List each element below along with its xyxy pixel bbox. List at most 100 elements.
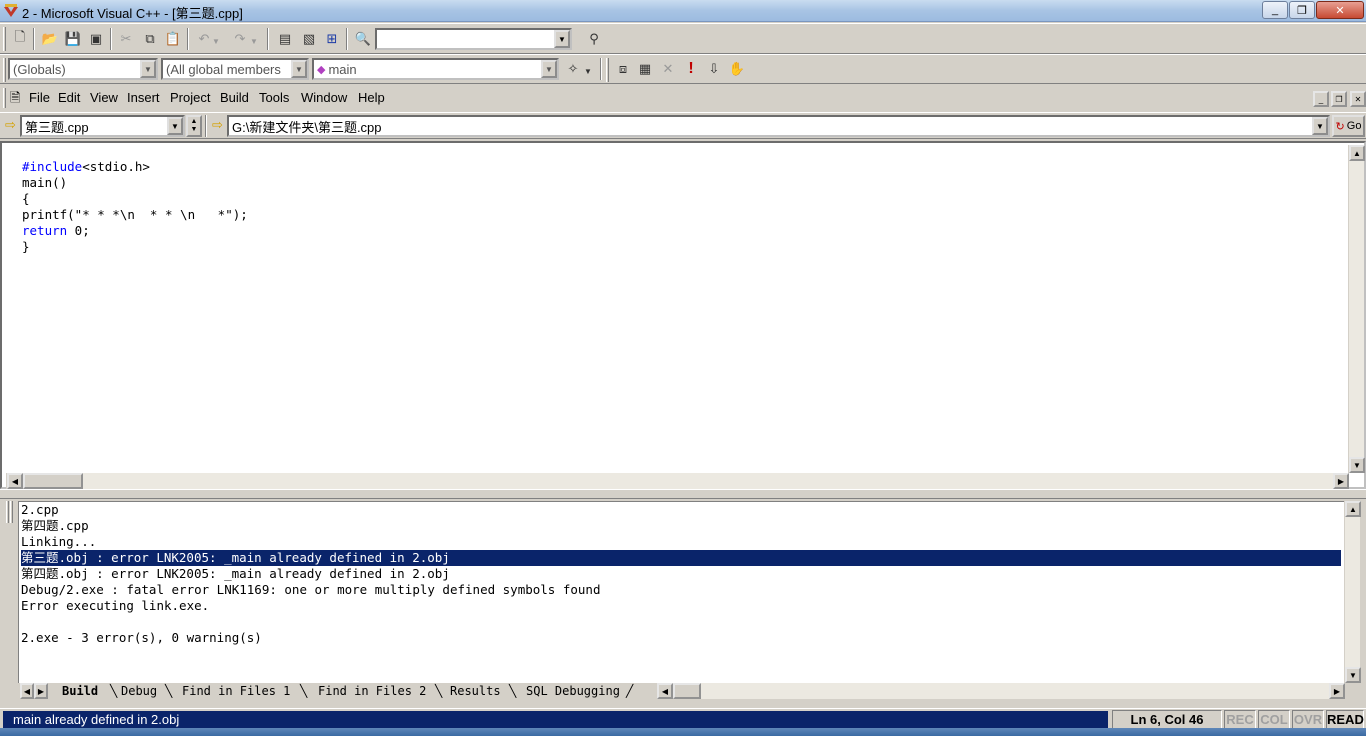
path-combo[interactable]: G:\新建文件夹\第三题.cpp ▼	[227, 115, 1330, 137]
tab-build[interactable]: Build	[62, 683, 98, 699]
menu-view[interactable]: View	[90, 90, 118, 105]
menu-insert[interactable]: Insert	[127, 90, 160, 105]
breakpoint-hand-icon[interactable]: ✋	[726, 58, 748, 80]
doc-close-button[interactable]: ✕	[1350, 91, 1366, 107]
output-line[interactable]: 第四题.cpp	[21, 518, 89, 534]
tab-scroll-right-icon[interactable]: ▶	[34, 683, 48, 699]
chevron-down-icon[interactable]: ▼	[167, 117, 183, 135]
output-line[interactable]: 2.exe - 3 error(s), 0 warning(s)	[21, 630, 262, 646]
menu-edit[interactable]: Edit	[58, 90, 80, 105]
output-line-selected[interactable]: 第三题.obj : error LNK2005: _main already d…	[21, 550, 1341, 566]
filter-combo[interactable]: (All global members ▼	[161, 58, 309, 80]
scroll-thumb[interactable]	[673, 683, 701, 699]
chevron-down-icon[interactable]: ▼	[541, 60, 557, 78]
scroll-left-icon[interactable]: ◀	[7, 473, 23, 489]
menu-build[interactable]: Build	[220, 90, 249, 105]
output-line[interactable]: Error executing link.exe.	[21, 598, 209, 614]
go-debug-icon[interactable]: ⇩	[703, 58, 725, 80]
tab-sql-debugging[interactable]: SQL Debugging	[526, 683, 620, 699]
editor-horizontal-scrollbar[interactable]: ◀ ▶	[6, 473, 1349, 489]
scroll-right-icon[interactable]: ▶	[1333, 473, 1349, 489]
tab-find-in-files-1[interactable]: Find in Files 1	[182, 683, 290, 699]
compile-icon[interactable]: ⧈	[612, 58, 634, 80]
visual-cpp-icon	[4, 4, 18, 17]
members-combo[interactable]: ◆ main ▼	[312, 58, 559, 80]
menu-file[interactable]: File	[29, 90, 50, 105]
scroll-thumb[interactable]	[23, 473, 83, 489]
wizard-wand-icon[interactable]: ✧	[562, 58, 584, 80]
output-line[interactable]: 第四题.obj : error LNK2005: _main already d…	[21, 566, 450, 582]
redo-icon[interactable]: ↷	[229, 28, 251, 50]
maximize-button[interactable]: ❐	[1289, 1, 1315, 19]
document-icon[interactable]: 🗎	[10, 89, 20, 111]
scroll-up-icon[interactable]: ▲	[1349, 145, 1365, 161]
output-pane[interactable]: 2.cpp 第四题.cpp Linking... 第三题.obj : error…	[18, 501, 1344, 683]
scroll-down-icon[interactable]: ▼	[1345, 667, 1361, 683]
code-token: }	[22, 239, 30, 254]
tab-find-in-files-2[interactable]: Find in Files 2	[318, 683, 426, 699]
output-vertical-scrollbar[interactable]: ▲ ▼	[1344, 501, 1361, 683]
menu-help[interactable]: Help	[358, 90, 385, 105]
tab-results[interactable]: Results	[450, 683, 501, 699]
doc-restore-button[interactable]: ❐	[1331, 91, 1347, 107]
cut-icon[interactable]: ✂	[115, 28, 137, 50]
execute-icon[interactable]: !	[680, 58, 702, 80]
copy-icon[interactable]: ⧉	[139, 28, 161, 50]
class-combo-value: (Globals)	[13, 61, 66, 77]
output-grip[interactable]	[4, 501, 16, 523]
menu-bar: 🗎 File Edit View Insert Project Build To…	[0, 86, 1366, 111]
save-all-icon[interactable]: ▣	[85, 28, 107, 50]
scroll-right-icon[interactable]: ▶	[1329, 683, 1345, 699]
chevron-down-icon[interactable]: ▼	[140, 60, 156, 78]
menu-tools[interactable]: Tools	[259, 90, 289, 105]
redo-dropdown-icon[interactable]: ▼	[249, 30, 259, 52]
navigation-bar: ⇨ 第三题.cpp ▼ ▲ ▼ ⇨ G:\新建文件夹\第三题.cpp ▼ ↻ Go	[0, 112, 1366, 139]
toolbar-grip[interactable]	[3, 58, 6, 82]
paste-icon[interactable]: 📋	[162, 28, 184, 50]
tab-debug[interactable]: Debug	[121, 683, 157, 699]
scroll-down-icon[interactable]: ▼	[1349, 457, 1365, 473]
source-code[interactable]: #include<stdio.h> main(){printf("* * *\n …	[22, 143, 248, 287]
scroll-left-icon[interactable]: ◀	[657, 683, 673, 699]
open-folder-icon[interactable]: 📂	[39, 28, 61, 50]
minimize-button[interactable]: _	[1262, 1, 1288, 19]
output-line[interactable]: Linking...	[21, 534, 96, 550]
build-icon[interactable]: ▦	[634, 58, 656, 80]
scroll-up-icon[interactable]: ▲	[1345, 501, 1361, 517]
code-editor[interactable]: #include<stdio.h> main(){printf("* * *\n …	[0, 141, 1366, 489]
read-indicator: READ	[1326, 710, 1364, 730]
window-list-icon[interactable]: ⊞	[321, 28, 343, 50]
toolbar-grip[interactable]	[3, 27, 6, 51]
save-icon[interactable]: 💾	[62, 28, 84, 50]
output-window-icon[interactable]: ▧	[298, 28, 320, 50]
workspace-icon[interactable]: ▤	[274, 28, 296, 50]
menu-window[interactable]: Window	[301, 90, 347, 105]
wizard-dropdown-icon[interactable]: ▼	[582, 60, 594, 82]
chevron-down-icon[interactable]: ▼	[291, 60, 307, 78]
output-horizontal-scrollbar[interactable]: ◀ ▶	[656, 683, 1345, 699]
chevron-down-icon[interactable]: ▼	[554, 30, 570, 48]
tab-divider: ╲	[435, 684, 443, 698]
menu-grip[interactable]	[3, 88, 6, 108]
stop-build-icon[interactable]: ✕	[657, 58, 679, 80]
open-files-combo[interactable]: 第三题.cpp ▼	[20, 115, 185, 137]
code-line: #include<stdio.h>	[22, 159, 248, 175]
file-spinner[interactable]: ▲ ▼	[186, 115, 202, 137]
go-button[interactable]: ↻ Go	[1332, 115, 1365, 137]
find-in-files-icon[interactable]: 🔍	[352, 28, 374, 50]
menu-project[interactable]: Project	[170, 90, 210, 105]
tab-scroll-left-icon[interactable]: ◀	[20, 683, 34, 699]
find-combo[interactable]: ▼	[375, 28, 572, 50]
class-combo[interactable]: (Globals) ▼	[8, 58, 158, 80]
toolbar-grip[interactable]	[606, 58, 609, 82]
editor-vertical-scrollbar[interactable]: ▲ ▼	[1348, 145, 1365, 473]
new-text-file-icon[interactable]: 🗋	[9, 28, 31, 50]
output-line[interactable]: Debug/2.exe : fatal error LNK1169: one o…	[21, 582, 600, 598]
close-button[interactable]: ✕	[1316, 1, 1364, 19]
chevron-down-icon[interactable]: ▼	[1312, 117, 1328, 135]
undo-dropdown-icon[interactable]: ▼	[211, 30, 221, 52]
find-binoculars-icon[interactable]: ⚲	[583, 28, 605, 50]
doc-minimize-button[interactable]: _	[1313, 91, 1329, 107]
output-line[interactable]: 2.cpp	[21, 502, 59, 518]
pane-splitter[interactable]	[0, 489, 1366, 499]
